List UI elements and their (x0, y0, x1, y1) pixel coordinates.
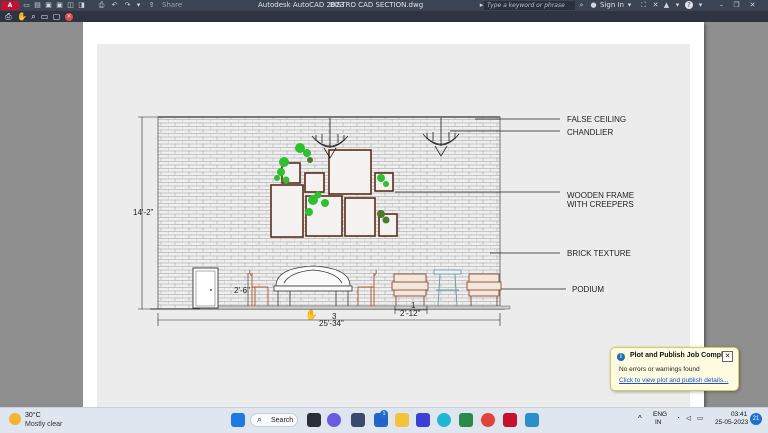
weather-condition[interactable]: Mostly clear (25, 421, 62, 428)
frame (270, 184, 304, 238)
store-badge: 1 (380, 410, 388, 418)
show-hidden-icons[interactable]: ^ (638, 415, 642, 423)
notification-details-link[interactable]: Click to view plot and publish details..… (619, 377, 728, 384)
frame (328, 149, 372, 195)
wifi-icon[interactable]: ◔ (676, 415, 680, 423)
app-icon[interactable] (459, 413, 473, 427)
frame (344, 197, 376, 237)
volume-icon[interactable]: ◁ (686, 415, 691, 423)
frame (304, 172, 325, 193)
language-region[interactable]: IN (655, 419, 662, 427)
label-false-ceiling: FALSE CEILING (567, 115, 627, 124)
battery-icon[interactable]: ▭ (697, 415, 703, 423)
weather-temperature[interactable]: 30°C (25, 412, 41, 419)
file-explorer-icon[interactable] (395, 413, 409, 427)
label-wooden-frame: WOODEN FRAME (567, 191, 635, 200)
dimension-height: 14'-2" (133, 208, 154, 217)
pan-cursor-icon: ✋ (305, 308, 317, 321)
door (192, 267, 219, 309)
dimension-step: 2'-12" (400, 309, 421, 318)
clock-date[interactable]: 25-05-2023 (715, 419, 748, 427)
app-icon-2[interactable] (525, 413, 539, 427)
widgets-icon[interactable] (351, 413, 365, 427)
windows-start-icon[interactable] (231, 413, 245, 427)
chat-icon[interactable] (327, 413, 341, 427)
task-view-icon[interactable] (307, 413, 321, 427)
notification-title: Plot and Publish Job Complete (630, 352, 734, 359)
edge-browser-icon[interactable] (437, 413, 451, 427)
weather-moon-icon[interactable] (9, 413, 21, 425)
dimension-podium-height: 2'-6" (234, 286, 250, 295)
clock-time[interactable]: 03:41 (731, 411, 747, 419)
podium (199, 305, 511, 310)
taskbar-search-icon: ⌕ (257, 415, 263, 425)
autocad-taskbar-icon[interactable] (503, 413, 517, 427)
dimension-width: 25'-34" (319, 319, 344, 328)
chrome-browser-icon[interactable] (481, 413, 495, 427)
label-with-creepers: WITH CREEPERS (567, 200, 634, 209)
info-icon: i (617, 353, 625, 361)
notification-body: No errors or warnings found (619, 366, 700, 373)
label-chandlier: CHANDLIER (567, 128, 614, 137)
notification-close-icon[interactable]: ✕ (722, 351, 733, 362)
app-launcher-icon[interactable] (416, 413, 430, 427)
language-code[interactable]: ENG (653, 411, 667, 419)
plot-publish-notification: i Plot and Publish Job Complete ✕ No err… (610, 347, 739, 391)
label-podium: PODIUM (572, 285, 604, 294)
label-brick-texture: BRICK TEXTURE (567, 249, 631, 258)
notification-center-badge[interactable]: 21 (750, 413, 762, 425)
